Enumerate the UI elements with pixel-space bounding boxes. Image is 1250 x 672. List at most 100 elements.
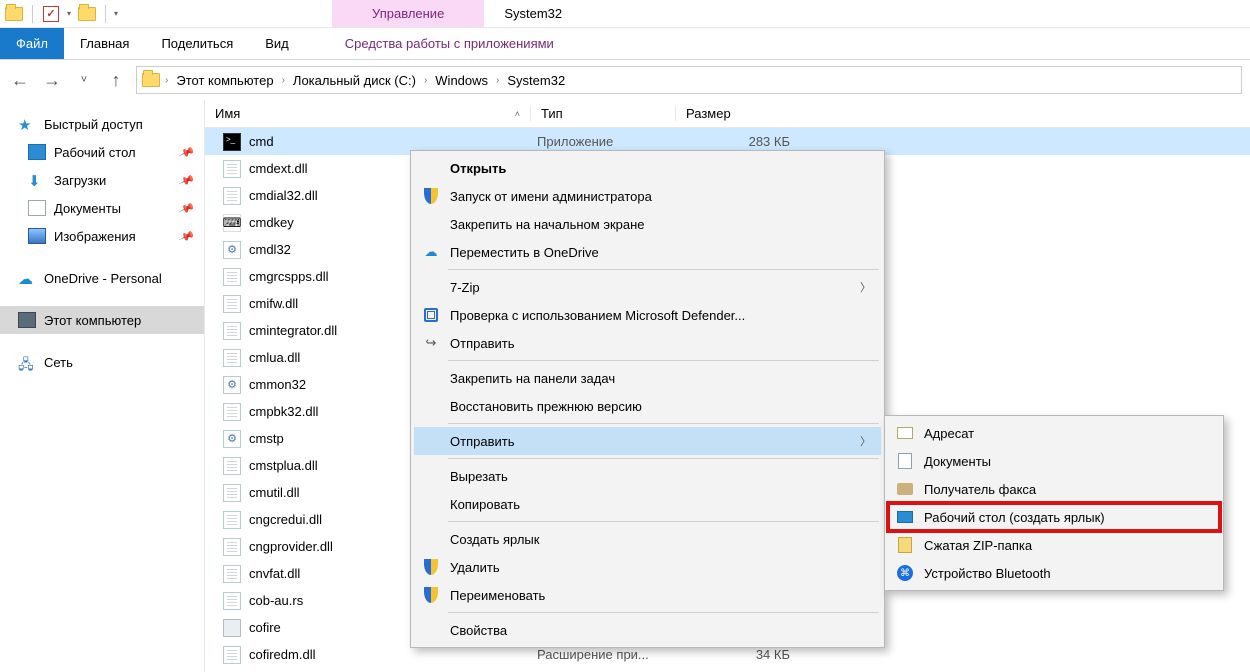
quick-access-toolbar: ✓ ▾ ▾ (0, 0, 122, 27)
tab-share[interactable]: Поделиться (145, 28, 249, 59)
sendto-zip[interactable]: Сжатая ZIP-папка (888, 531, 1220, 559)
separator (105, 5, 106, 23)
menu-defender[interactable]: Проверка с использованием Microsoft Defe… (414, 301, 881, 329)
menu-rename[interactable]: Переименовать (414, 581, 881, 609)
sendto-fax[interactable]: Получатель факса (888, 475, 1220, 503)
sendto-mail[interactable]: Адресат (888, 419, 1220, 447)
column-size[interactable]: Размер (675, 106, 785, 121)
sendto-desktop-shortcut[interactable]: Рабочий стол (создать ярлык) (888, 503, 1220, 531)
dll-icon (223, 160, 241, 178)
dll-icon (223, 538, 241, 556)
menu-copy[interactable]: Копировать (414, 490, 881, 518)
dll-icon (223, 457, 241, 475)
sendto-submenu: Адресат Документы Получатель факса Рабоч… (884, 415, 1224, 591)
folder-icon (4, 4, 24, 24)
menu-create-shortcut[interactable]: Создать ярлык (414, 525, 881, 553)
chevron-right-icon: 〉 (860, 279, 871, 295)
gear-icon: ⚙ (223, 376, 241, 394)
menu-restore-version[interactable]: Восстановить прежнюю версию (414, 392, 881, 420)
address-bar[interactable]: › Этот компьютер › Локальный диск (C:) ›… (136, 66, 1242, 94)
properties-check-icon[interactable]: ✓ (41, 4, 61, 24)
navigation-pane: ★ Быстрый доступ Рабочий стол 📌 ⬇ Загруз… (0, 100, 205, 672)
menu-send-to[interactable]: Отправить〉 (414, 427, 881, 455)
sidebar-documents[interactable]: Документы 📌 (0, 194, 204, 222)
share-icon: ↪ (422, 334, 440, 352)
menu-properties[interactable]: Свойства (414, 616, 881, 644)
navigation-bar: ← → ˅ ↑ › Этот компьютер › Локальный дис… (0, 60, 1250, 100)
cmd-icon (223, 133, 241, 151)
sidebar-label: Рабочий стол (54, 145, 136, 160)
desktop-icon (28, 144, 46, 160)
breadcrumb[interactable]: Этот компьютер (172, 73, 277, 88)
tab-view[interactable]: Вид (249, 28, 305, 59)
pc-icon (18, 312, 36, 328)
key-icon: ⌨ (223, 214, 241, 232)
sidebar-pictures[interactable]: Изображения 📌 (0, 222, 204, 250)
menu-7zip[interactable]: 7-Zip〉 (414, 273, 881, 301)
ribbon-tabs: Файл Главная Поделиться Вид Средства раб… (0, 28, 1250, 60)
menu-pin-start[interactable]: Закрепить на начальном экране (414, 210, 881, 238)
recent-dropdown[interactable]: ˅ (72, 68, 96, 92)
sidebar-network[interactable]: 🖧 Сеть (0, 348, 204, 376)
contextual-tab-group: Управление (332, 0, 484, 27)
fax-icon (896, 480, 914, 498)
dll-icon (223, 349, 241, 367)
defender-icon (422, 306, 440, 324)
chevron-right-icon[interactable]: › (165, 75, 168, 86)
tab-home[interactable]: Главная (64, 28, 145, 59)
dll-icon (223, 565, 241, 583)
gear-icon: ⚙ (223, 241, 241, 259)
chevron-right-icon: 〉 (860, 433, 871, 449)
gear-icon: ⚙ (223, 430, 241, 448)
breadcrumb[interactable]: Windows (431, 73, 492, 88)
sidebar-label: OneDrive - Personal (44, 271, 162, 286)
menu-cut[interactable]: Вырезать (414, 462, 881, 490)
up-button[interactable]: ↑ (104, 68, 128, 92)
column-name[interactable]: Имя ˄ (205, 106, 530, 121)
menu-open[interactable]: Открыть (414, 154, 881, 182)
breadcrumb[interactable]: System32 (503, 73, 569, 88)
sidebar-desktop[interactable]: Рабочий стол 📌 (0, 138, 204, 166)
sidebar-quick-access[interactable]: ★ Быстрый доступ (0, 110, 204, 138)
column-type[interactable]: Тип (530, 106, 675, 121)
pin-icon: 📌 (178, 172, 195, 189)
sidebar-onedrive[interactable]: ☁ OneDrive - Personal (0, 264, 204, 292)
back-button[interactable]: ← (8, 68, 32, 92)
sidebar-label: Документы (54, 201, 121, 216)
dll-icon (223, 187, 241, 205)
sendto-bluetooth[interactable]: ⌘Устройство Bluetooth (888, 559, 1220, 587)
forward-button[interactable]: → (40, 68, 64, 92)
menu-pin-taskbar[interactable]: Закрепить на панели задач (414, 364, 881, 392)
shield-icon (422, 558, 440, 576)
menu-delete[interactable]: Удалить (414, 553, 881, 581)
breadcrumb[interactable]: Локальный диск (C:) (289, 73, 420, 88)
sidebar-label: Изображения (54, 229, 136, 244)
documents-icon (896, 452, 914, 470)
tab-file[interactable]: Файл (0, 28, 64, 59)
dropdown-icon[interactable]: ▾ (67, 9, 71, 18)
column-headers: Имя ˄ Тип Размер (205, 100, 1250, 128)
qat-customize-icon[interactable]: ▾ (114, 9, 118, 18)
mail-icon (896, 424, 914, 442)
sidebar-this-pc[interactable]: Этот компьютер (0, 306, 204, 334)
tab-app-tools[interactable]: Средства работы с приложениями (329, 28, 570, 59)
title-bar: ✓ ▾ ▾ Управление System32 (0, 0, 1250, 28)
chevron-right-icon[interactable]: › (424, 75, 427, 86)
pin-icon: 📌 (178, 200, 195, 217)
window-title: System32 (484, 0, 582, 27)
menu-separator (448, 269, 879, 270)
dll-icon (223, 484, 241, 502)
file-name: cofiredm.dll (249, 647, 529, 662)
chevron-right-icon[interactable]: › (282, 75, 285, 86)
menu-move-onedrive[interactable]: ☁Переместить в OneDrive (414, 238, 881, 266)
cloud-icon: ☁ (18, 270, 36, 286)
chevron-right-icon[interactable]: › (496, 75, 499, 86)
sidebar-downloads[interactable]: ⬇ Загрузки 📌 (0, 166, 204, 194)
dll-icon (223, 295, 241, 313)
column-label: Имя (215, 106, 240, 121)
desktop-icon (896, 508, 914, 526)
sort-indicator-icon: ˄ (515, 109, 520, 119)
menu-run-as-admin[interactable]: Запуск от имени администратора (414, 182, 881, 210)
sendto-documents[interactable]: Документы (888, 447, 1220, 475)
menu-share[interactable]: ↪Отправить (414, 329, 881, 357)
